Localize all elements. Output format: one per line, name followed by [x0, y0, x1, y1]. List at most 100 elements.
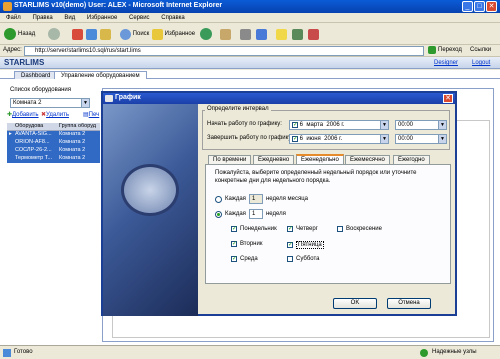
- favorites-button[interactable]: Избранное: [152, 27, 195, 41]
- day-sunday[interactable]: Воскресение: [337, 226, 382, 232]
- day-friday[interactable]: ✓ Пятница: [287, 241, 324, 249]
- start-label: Начать работу по графику:: [207, 121, 282, 127]
- menu-edit[interactable]: Правка: [32, 15, 52, 21]
- discuss-button[interactable]: [276, 27, 287, 41]
- home-button[interactable]: [100, 27, 111, 41]
- interval-title: Определите интервал: [205, 106, 271, 112]
- go-button[interactable]: Переход: [428, 46, 462, 54]
- mail-icon: [220, 28, 231, 40]
- browser-toolbar: Назад Поиск Избранное: [0, 23, 500, 45]
- start-date-picker[interactable]: ✓ 6 марта 2006 г. ▼: [289, 120, 389, 130]
- minimize-button[interactable]: _: [462, 1, 473, 12]
- radio-every-week[interactable]: [215, 210, 222, 218]
- tab-equipment[interactable]: Управление оборудованием: [54, 71, 147, 79]
- add-button[interactable]: ✚Добавить: [7, 111, 39, 118]
- maximize-button[interactable]: □: [474, 1, 485, 12]
- tab-dashboard[interactable]: Dashboard: [14, 71, 58, 79]
- window-title: STARLIMS v10(demo) User: ALEX - Microsof…: [14, 2, 223, 9]
- ok-button[interactable]: OK: [333, 298, 377, 309]
- grid-header: Оборудова Группа оборуд: [7, 123, 100, 131]
- sidebar-title: Список оборудования: [10, 87, 72, 93]
- dialog-close-button[interactable]: ✕: [443, 94, 453, 103]
- table-row[interactable]: ▸ AVANTA-SIG... Комната 2: [7, 131, 100, 139]
- friday-checkbox[interactable]: ✓: [287, 242, 293, 248]
- table-row[interactable]: ORION-AF8... Комната 2: [7, 139, 100, 147]
- end-time-select[interactable]: 00:00 ▼: [395, 134, 447, 144]
- delete-button[interactable]: ✖Удалить: [41, 111, 69, 118]
- print-link[interactable]: ▤Печ: [83, 111, 99, 118]
- start-enabled-checkbox[interactable]: ✓: [292, 122, 298, 128]
- column-header[interactable]: Группа оборуд: [57, 123, 100, 130]
- refresh-icon: [86, 28, 97, 40]
- forward-button[interactable]: [48, 27, 62, 41]
- dialog-title: График: [115, 94, 141, 101]
- month-week-input[interactable]: 1: [248, 194, 263, 204]
- tuesday-checkbox[interactable]: ✓: [231, 241, 237, 247]
- cancel-button[interactable]: Отмена: [387, 298, 431, 309]
- go-arrow-icon: [428, 46, 436, 54]
- menu-file[interactable]: Файл: [6, 15, 21, 21]
- edit-icon: [256, 28, 267, 40]
- table-row[interactable]: СОСЛР-26-2... Комната 2: [7, 147, 100, 155]
- window-close-button[interactable]: ✕: [486, 1, 497, 12]
- menu-bar: Файл Правка Вид Избранное Сервис Справка: [0, 13, 500, 23]
- sunday-checkbox[interactable]: [337, 226, 343, 232]
- end-enabled-checkbox[interactable]: ✓: [292, 136, 298, 142]
- room-select[interactable]: Комната 2 ▼: [10, 98, 90, 108]
- day-thursday[interactable]: ✓ Четверг: [287, 226, 318, 232]
- column-header[interactable]: Оборудова: [13, 123, 57, 130]
- wednesday-checkbox[interactable]: ✓: [231, 256, 237, 262]
- tab-by-time[interactable]: По времени: [208, 155, 252, 164]
- refresh-button[interactable]: [86, 27, 97, 41]
- edit-button[interactable]: [256, 27, 267, 41]
- print-icon: [240, 28, 251, 40]
- table-row[interactable]: Термометр Т... Комната 2: [7, 155, 100, 163]
- menu-help[interactable]: Справка: [161, 15, 185, 21]
- start-time-select[interactable]: 00:00 ▼: [395, 120, 447, 130]
- address-label: Адрес:: [3, 47, 22, 53]
- menu-favorites[interactable]: Избранное: [87, 15, 117, 21]
- day-wednesday[interactable]: ✓ Среда: [231, 256, 258, 262]
- messenger-button[interactable]: [292, 27, 303, 41]
- menu-tools[interactable]: Сервис: [129, 15, 150, 21]
- mail-button[interactable]: [220, 27, 231, 41]
- tab-yearly[interactable]: Ежегодно: [393, 155, 430, 164]
- research-button[interactable]: [308, 27, 319, 41]
- tab-daily[interactable]: Ежедневно: [253, 155, 295, 164]
- search-button[interactable]: Поиск: [120, 27, 149, 41]
- tab-monthly[interactable]: Ежемесячно: [345, 155, 390, 164]
- status-bar: Готово Надежные узлы: [0, 345, 500, 359]
- status-text: Готово: [14, 349, 33, 355]
- print-button[interactable]: [240, 27, 251, 41]
- end-date-picker[interactable]: ✓ 6 июня 2006 г. ▼: [289, 134, 389, 144]
- day-monday[interactable]: ✓ Понедельник: [231, 226, 277, 232]
- url-input[interactable]: http://server/starlims10.sql/rus/start.l…: [24, 46, 424, 56]
- dialog-titlebar: График: [103, 93, 455, 104]
- every-week-input[interactable]: 1: [248, 209, 263, 219]
- day-tuesday[interactable]: ✓ Вторник: [231, 241, 262, 247]
- thursday-checkbox[interactable]: ✓: [287, 226, 293, 232]
- calendar-dropdown-icon: ▼: [380, 135, 388, 143]
- address-bar: Адрес: http://server/starlims10.sql/rus/…: [0, 45, 500, 57]
- search-icon: [120, 28, 131, 40]
- messenger-icon: [292, 28, 303, 40]
- day-saturday[interactable]: Суббота: [287, 256, 320, 262]
- equipment-grid: Оборудова Группа оборуд ▸ AVANTA-SIG... Ко…: [7, 123, 100, 163]
- saturday-checkbox[interactable]: [287, 256, 293, 262]
- links-label[interactable]: Ссылки: [470, 47, 491, 53]
- logout-link[interactable]: Logout: [472, 60, 490, 66]
- equipment-sidebar: Список оборудования Комната 2 ▼ ✚Добавить…: [5, 86, 100, 341]
- stop-button[interactable]: [72, 27, 83, 41]
- folder-icon: [276, 28, 287, 40]
- back-button[interactable]: Назад: [4, 27, 35, 41]
- option-month-week: Каждая 1 неделя месяца: [215, 194, 308, 204]
- ie-icon: [3, 2, 12, 11]
- home-icon: [100, 28, 111, 40]
- trusted-zone-icon: [420, 349, 428, 357]
- media-button[interactable]: [200, 27, 214, 41]
- monday-checkbox[interactable]: ✓: [231, 226, 237, 232]
- radio-month-week[interactable]: [215, 195, 222, 203]
- designer-link[interactable]: Designer: [434, 60, 458, 66]
- menu-view[interactable]: Вид: [64, 15, 75, 21]
- tab-weekly[interactable]: Еженедельно: [296, 154, 344, 164]
